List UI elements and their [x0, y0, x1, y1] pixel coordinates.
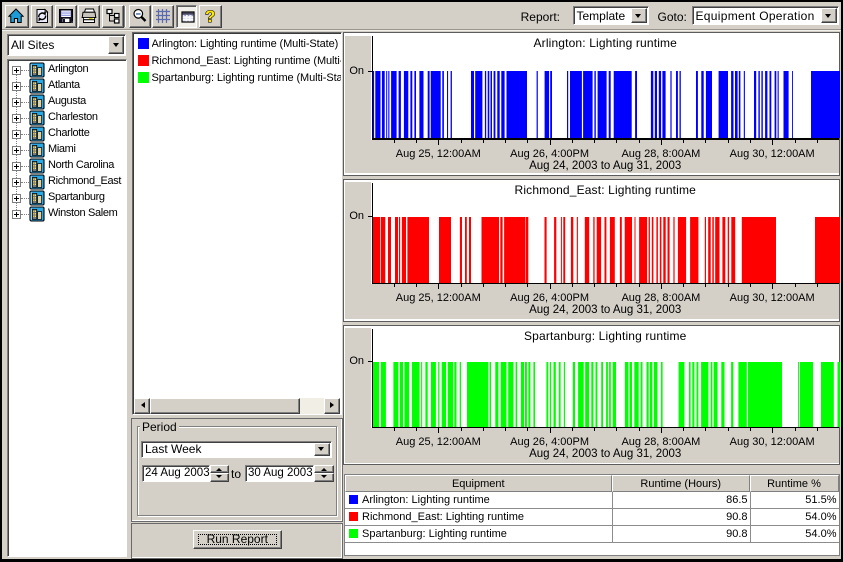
svg-text:?: ? [205, 8, 215, 24]
